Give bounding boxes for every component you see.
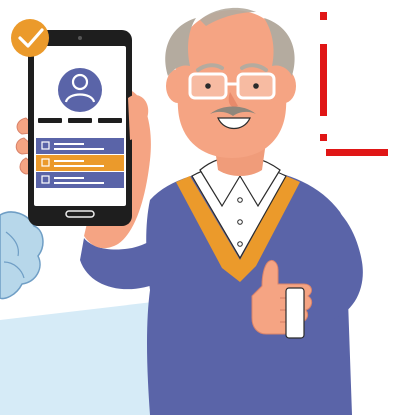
user-avatar-icon — [58, 68, 102, 112]
list-item — [36, 172, 124, 188]
list-item-highlighted — [36, 155, 124, 171]
checkmark-badge-icon — [11, 19, 49, 57]
phone-camera — [78, 36, 82, 40]
illustration-scene — [0, 0, 398, 415]
menu-pill — [38, 118, 62, 123]
red-corner-mark — [320, 12, 388, 156]
right-cuff — [285, 287, 305, 339]
background-ground — [0, 300, 170, 415]
menu-pill — [68, 118, 92, 123]
smartphone — [28, 30, 132, 226]
head — [165, 7, 296, 158]
menu-pill — [98, 118, 122, 123]
list-item — [36, 138, 124, 154]
